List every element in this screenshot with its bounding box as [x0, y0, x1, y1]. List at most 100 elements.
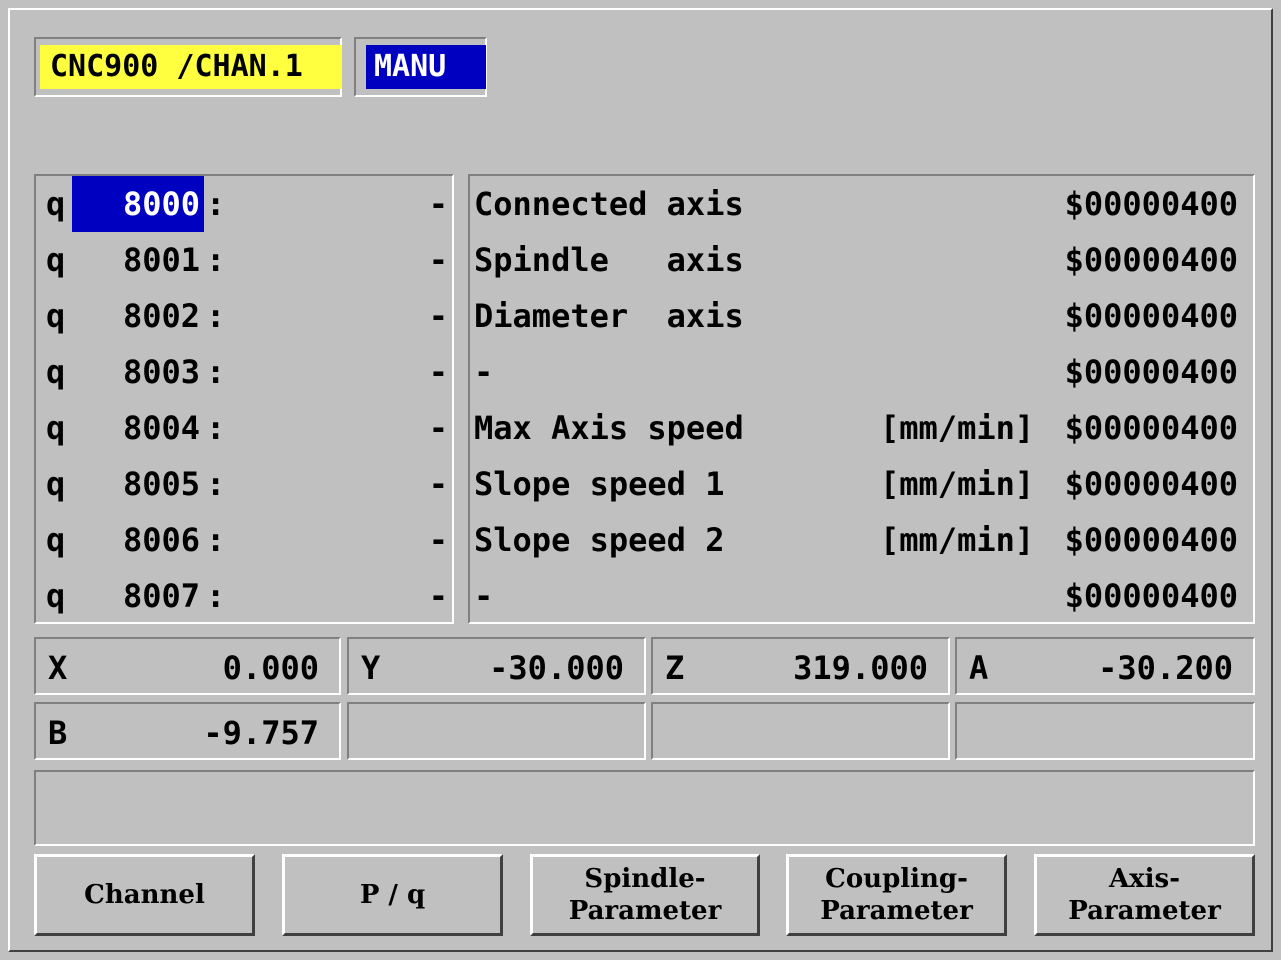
- q-prefix: q: [46, 297, 66, 335]
- q-param-value[interactable]: -: [429, 456, 448, 512]
- q-colon: :: [206, 465, 226, 503]
- parameter-description-panel: Connected axis $00000400 Spindle axis $0000…: [468, 174, 1255, 624]
- parameter-row[interactable]: Diameter axis $00000400: [474, 288, 1242, 344]
- q-param-value[interactable]: -: [429, 400, 448, 456]
- q-prefix: q: [46, 521, 66, 559]
- axis-name: Z: [665, 649, 685, 687]
- axis-position-cell: Y -30.000: [347, 637, 646, 695]
- channel-title: CNC900 /CHAN.1: [40, 45, 342, 89]
- axis-value: -9.757: [203, 714, 319, 752]
- q-param-number[interactable]: 8007: [72, 568, 204, 624]
- q-param-number[interactable]: 8002: [72, 288, 204, 344]
- axis-position-cell: [651, 702, 950, 760]
- parameter-label: -: [474, 577, 494, 615]
- parameter-value[interactable]: $00000400: [1065, 512, 1238, 568]
- q-colon: :: [206, 521, 226, 559]
- q-param-value[interactable]: -: [429, 512, 448, 568]
- parameter-unit: [mm/min]: [880, 521, 1035, 559]
- parameter-label: Diameter axis: [474, 297, 744, 335]
- q-param-value[interactable]: -: [429, 288, 448, 344]
- q-param-row[interactable]: q 8003: -: [46, 344, 448, 400]
- q-prefix: q: [46, 409, 66, 447]
- mode-indicator: MANU: [366, 45, 486, 89]
- channel-softkey[interactable]: Channel: [34, 854, 255, 936]
- axis-parameter-softkey[interactable]: Axis- Parameter: [1034, 854, 1255, 936]
- q-param-number[interactable]: 8001: [72, 232, 204, 288]
- q-colon: :: [206, 409, 226, 447]
- spindle-parameter-softkey[interactable]: Spindle- Parameter: [530, 854, 760, 936]
- softkey-label-line1: Spindle-: [584, 864, 706, 894]
- parameter-row[interactable]: Spindle axis $00000400: [474, 232, 1242, 288]
- softkey-label-line1: Channel: [84, 880, 205, 910]
- q-colon: :: [206, 353, 226, 391]
- q-param-row[interactable]: q 8002: -: [46, 288, 448, 344]
- softkey-label-line2: Parameter: [820, 896, 973, 926]
- message-line: [34, 770, 1255, 846]
- q-colon: :: [206, 297, 226, 335]
- parameter-label: -: [474, 353, 494, 391]
- parameter-label: Slope speed 1: [474, 465, 725, 503]
- axis-position-cell: A -30.200: [955, 637, 1255, 695]
- softkey-label-line1: P / q: [359, 880, 426, 910]
- q-param-number[interactable]: 8005: [72, 456, 204, 512]
- parameter-value[interactable]: $00000400: [1065, 456, 1238, 512]
- q-param-row[interactable]: q 8006: -: [46, 512, 448, 568]
- axis-name: A: [969, 649, 989, 687]
- q-prefix: q: [46, 353, 66, 391]
- q-prefix: q: [46, 465, 66, 503]
- axis-position-cell: B -9.757: [34, 702, 341, 760]
- parameter-value[interactable]: $00000400: [1065, 232, 1238, 288]
- axis-position-cell: [955, 702, 1255, 760]
- q-param-row[interactable]: q 8000: -: [46, 176, 448, 232]
- parameter-label: Slope speed 2: [474, 521, 725, 559]
- channel-title-frame: CNC900 /CHAN.1: [34, 37, 342, 97]
- axis-name: X: [48, 649, 68, 687]
- softkey-label-line2: Parameter: [1068, 896, 1221, 926]
- parameter-row[interactable]: - $00000400: [474, 344, 1242, 400]
- q-param-number[interactable]: 8003: [72, 344, 204, 400]
- p-q-softkey[interactable]: P / q: [282, 854, 503, 936]
- q-param-row[interactable]: q 8005: -: [46, 456, 448, 512]
- parameter-label: Connected axis: [474, 185, 744, 223]
- parameter-value[interactable]: $00000400: [1065, 568, 1238, 624]
- mode-frame: MANU: [354, 37, 487, 97]
- parameter-value[interactable]: $00000400: [1065, 288, 1238, 344]
- q-param-number[interactable]: 8004: [72, 400, 204, 456]
- q-colon: :: [206, 241, 226, 279]
- axis-value: -30.200: [1098, 649, 1233, 687]
- q-prefix: q: [46, 185, 66, 223]
- q-param-value[interactable]: -: [429, 232, 448, 288]
- axis-value: -30.000: [489, 649, 624, 687]
- q-param-number[interactable]: 8000: [72, 176, 204, 232]
- q-parameter-panel: q 8000: - q 8001: - q 8002: - q 8003: - q 8004: - q 8005…: [34, 174, 454, 624]
- coupling-parameter-softkey[interactable]: Coupling- Parameter: [786, 854, 1007, 936]
- q-colon: :: [206, 577, 226, 615]
- parameter-value[interactable]: $00000400: [1065, 400, 1238, 456]
- parameter-row[interactable]: Slope speed 1 [mm/min] $00000400: [474, 456, 1242, 512]
- q-param-number[interactable]: 8006: [72, 512, 204, 568]
- parameter-value[interactable]: $00000400: [1065, 176, 1238, 232]
- parameter-label: Max Axis speed: [474, 409, 744, 447]
- q-param-value[interactable]: -: [429, 344, 448, 400]
- axis-value: 319.000: [793, 649, 928, 687]
- axis-value: 0.000: [222, 649, 319, 687]
- parameter-unit: [mm/min]: [880, 465, 1035, 503]
- parameter-row[interactable]: Connected axis $00000400: [474, 176, 1242, 232]
- parameter-value[interactable]: $00000400: [1065, 344, 1238, 400]
- q-param-row[interactable]: q 8007: -: [46, 568, 448, 624]
- q-prefix: q: [46, 241, 66, 279]
- softkey-label-line1: Axis-: [1109, 864, 1180, 894]
- parameter-unit: [mm/min]: [880, 409, 1035, 447]
- q-param-value[interactable]: -: [429, 176, 448, 232]
- q-param-row[interactable]: q 8004: -: [46, 400, 448, 456]
- q-prefix: q: [46, 577, 66, 615]
- parameter-row[interactable]: - $00000400: [474, 568, 1242, 624]
- parameter-row[interactable]: Slope speed 2 [mm/min] $00000400: [474, 512, 1242, 568]
- parameter-row[interactable]: Max Axis speed [mm/min] $00000400: [474, 400, 1242, 456]
- q-param-value[interactable]: -: [429, 568, 448, 624]
- q-param-row[interactable]: q 8001: -: [46, 232, 448, 288]
- axis-position-cell: [347, 702, 646, 760]
- softkey-label-line2: Parameter: [568, 896, 722, 926]
- q-colon: :: [206, 185, 226, 223]
- axis-name: Y: [361, 649, 381, 687]
